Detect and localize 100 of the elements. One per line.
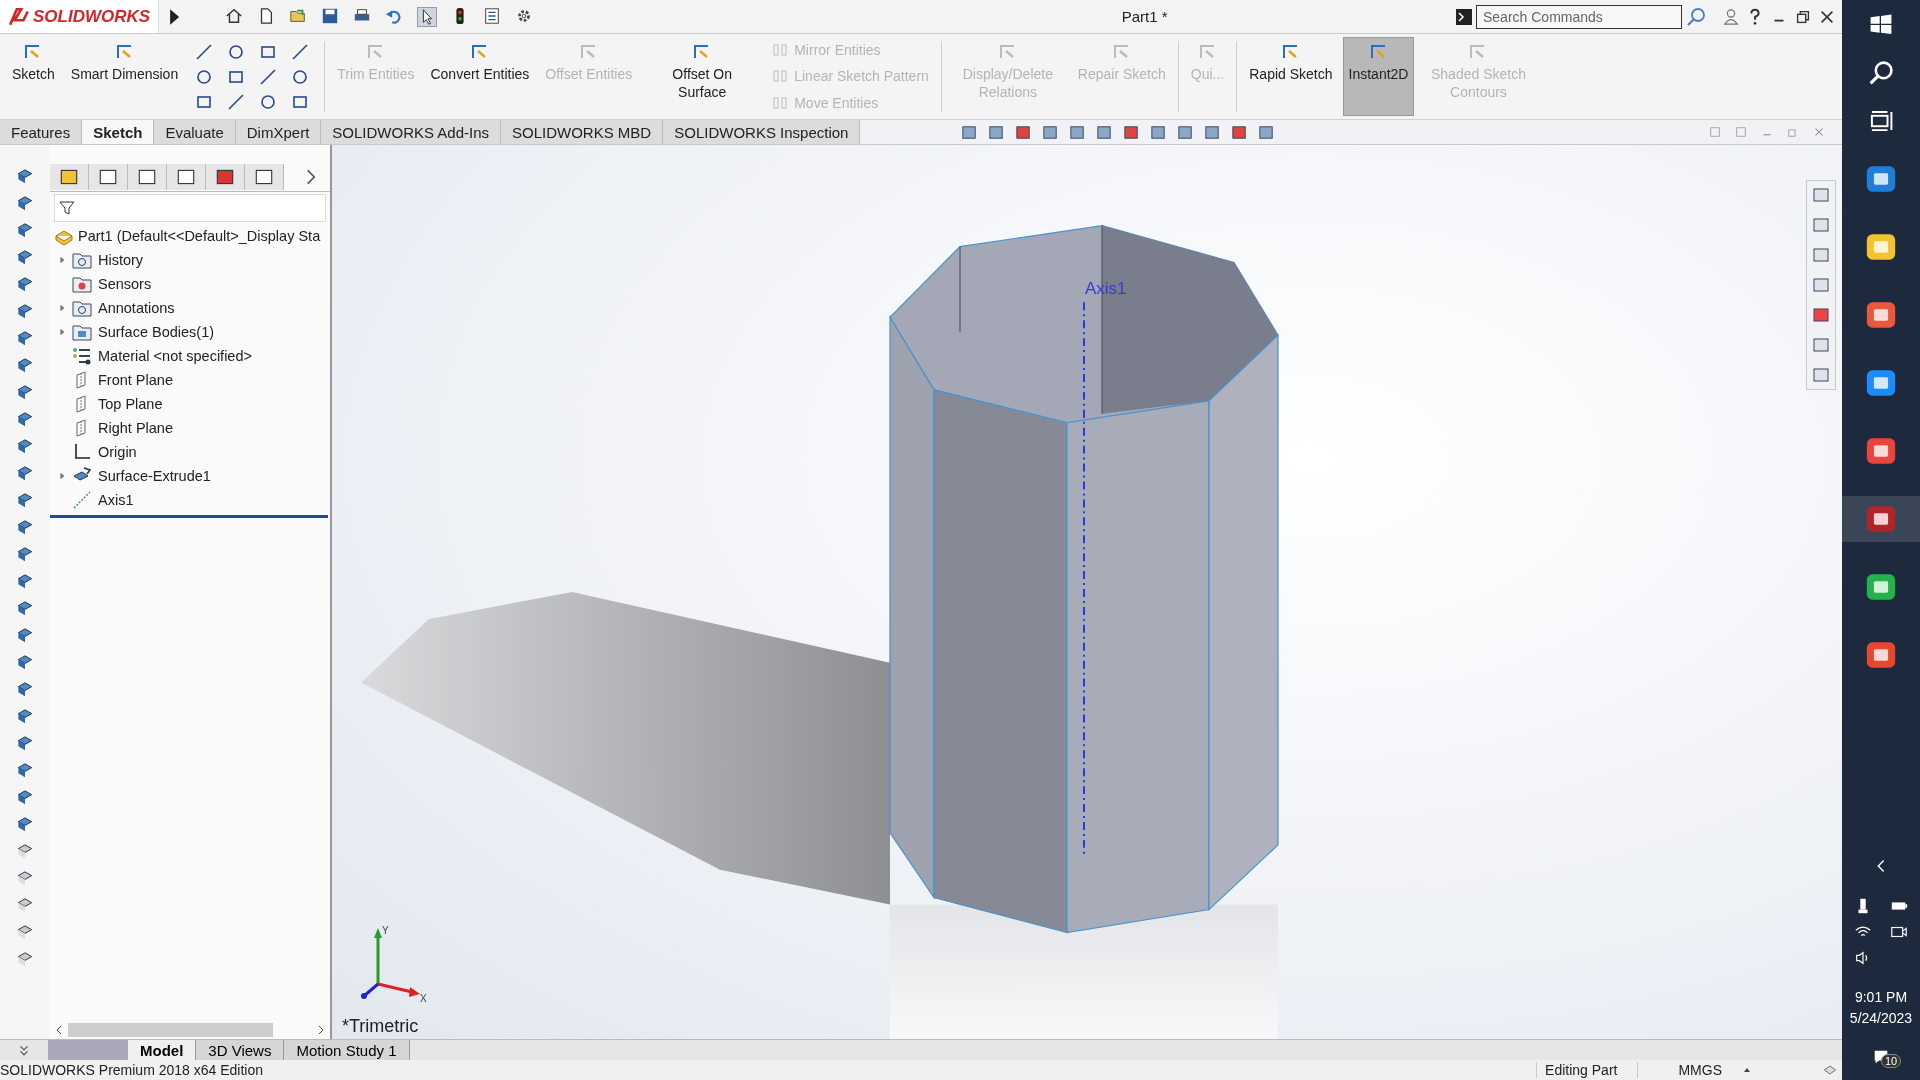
scrollbar-thumb[interactable]	[68, 1023, 273, 1037]
user-icon[interactable]	[1722, 7, 1740, 26]
command-tab[interactable]: DimXpert	[235, 120, 322, 144]
feature-tool-icon[interactable]	[15, 815, 35, 834]
tree-item[interactable]: Annotations	[98, 300, 175, 316]
feature-tool-icon[interactable]	[15, 464, 35, 483]
feature-tool-icon[interactable]	[15, 734, 35, 753]
select-pointer-icon[interactable]	[417, 6, 438, 27]
command-tab[interactable]: SOLIDWORKS Inspection	[663, 120, 861, 144]
search-icon[interactable]	[1868, 60, 1894, 86]
feature-tool-icon[interactable]	[15, 923, 35, 942]
feature-tool-icon[interactable]	[15, 356, 35, 375]
feature-tool-icon[interactable]	[15, 383, 35, 402]
command-tab[interactable]: Features	[0, 120, 83, 144]
manager-tab-icon[interactable]	[167, 164, 206, 190]
tree-item[interactable]: History	[98, 252, 144, 268]
tile-left-icon[interactable]	[1708, 125, 1722, 139]
list-icon[interactable]	[483, 6, 502, 25]
feature-tool-icon[interactable]	[15, 869, 35, 888]
task-pane-icon[interactable]	[1811, 245, 1831, 265]
home-icon[interactable]	[225, 6, 244, 25]
ribbon-button[interactable]: Instant2D	[1342, 37, 1415, 116]
axis-label: Axis1	[1085, 279, 1127, 299]
feature-tool-icon[interactable]	[15, 761, 35, 780]
feature-tool-icon[interactable]	[15, 626, 35, 645]
feature-tool-icon[interactable]	[15, 707, 35, 726]
task-pane-icon[interactable]	[1811, 305, 1831, 325]
feature-tool-icon[interactable]	[15, 950, 35, 969]
tile-right-icon[interactable]	[1734, 125, 1748, 139]
feature-tool-icon[interactable]	[15, 653, 35, 672]
feature-tool-icon[interactable]	[15, 194, 35, 213]
ribbon-button[interactable]: Convert Entities	[424, 37, 536, 116]
notification-count: 10	[1881, 1054, 1902, 1068]
task-view-icon[interactable]	[1868, 108, 1894, 134]
pattern-icon	[772, 94, 789, 111]
model-tab[interactable]: Motion Study 1	[284, 1040, 410, 1060]
feature-tool-icon[interactable]	[15, 410, 35, 429]
manager-tab-icon[interactable]	[206, 164, 245, 190]
tree-item[interactable]: Front Plane	[98, 372, 173, 388]
feature-tool-icon[interactable]	[15, 221, 35, 240]
feature-tool-icon[interactable]	[15, 788, 35, 807]
manager-tab-icon[interactable]	[50, 164, 89, 190]
tree-item[interactable]: Top Plane	[98, 396, 163, 412]
feature-tool-icon[interactable]	[15, 167, 35, 186]
sketch-tool-icon[interactable]	[290, 41, 311, 62]
double-chevron-icon[interactable]	[18, 1044, 30, 1056]
tree-item[interactable]: Material <not specified>	[98, 348, 252, 364]
tree-item[interactable]: Surface-Extrude1	[98, 468, 211, 484]
ribbon-button[interactable]: Sketch	[6, 37, 61, 116]
task-pane-icon[interactable]	[1811, 185, 1831, 205]
ribbon-button[interactable]: Smart Dimension	[64, 37, 185, 116]
scroll-right-icon[interactable]	[316, 1025, 326, 1035]
save-icon[interactable]	[321, 6, 340, 25]
ribbon-button[interactable]: Rapid Sketch	[1243, 37, 1339, 116]
feature-tool-icon[interactable]	[15, 329, 35, 348]
manager-tab-icon[interactable]	[128, 164, 167, 190]
tree-item[interactable]: Surface Bodies(1)	[98, 324, 215, 340]
app-icon[interactable]	[1842, 496, 1920, 542]
command-tab[interactable]: Evaluate	[154, 120, 236, 144]
feature-tool-icon[interactable]	[15, 491, 35, 510]
ribbon-button[interactable]: Offset On Surface	[642, 37, 763, 116]
feature-tool-icon[interactable]	[15, 572, 35, 591]
feature-tool-icon[interactable]	[15, 545, 35, 564]
sketch-tool-icon[interactable]	[194, 41, 215, 62]
sketch-tool-icon[interactable]	[258, 66, 279, 87]
task-pane-icon[interactable]	[1811, 215, 1831, 235]
feature-tool-icon[interactable]	[15, 437, 35, 456]
feature-tool-icon[interactable]	[15, 302, 35, 321]
search-field[interactable]: Search Commands	[1476, 4, 1682, 29]
feature-tool-icon[interactable]	[15, 680, 35, 699]
app-logo[interactable]: SOLIDWORKS	[0, 0, 160, 33]
feature-tool-icon[interactable]	[15, 275, 35, 294]
manager-tab-icon[interactable]	[245, 164, 284, 190]
scroll-left-icon[interactable]	[54, 1025, 64, 1035]
task-pane-icon[interactable]	[1811, 335, 1831, 355]
task-pane-icon[interactable]	[1811, 275, 1831, 295]
pattern-icon	[772, 68, 789, 85]
filter-field[interactable]	[54, 194, 326, 222]
model-tab[interactable]: Model	[128, 1040, 197, 1060]
feature-tool-icon[interactable]	[15, 248, 35, 267]
tree-item[interactable]: Origin	[98, 444, 137, 460]
command-tab[interactable]: SOLIDWORKS MBD	[501, 120, 664, 144]
command-tab[interactable]: Sketch	[82, 120, 155, 144]
feature-tool-icon[interactable]	[15, 599, 35, 618]
task-pane-icon[interactable]	[1811, 365, 1831, 385]
clock[interactable]: 9:01 PM 5/24/2023	[1849, 989, 1913, 1026]
command-tab[interactable]: SOLIDWORKS Add-Ins	[321, 120, 501, 144]
ds-logo-icon	[8, 6, 30, 27]
feature-tool-icon[interactable]	[15, 896, 35, 915]
model-tab[interactable]: 3D Views	[196, 1040, 285, 1060]
tree-item[interactable]: Axis1	[98, 492, 134, 508]
feature-tool-icon[interactable]	[15, 842, 35, 861]
sketch-tool-icon[interactable]	[226, 91, 247, 112]
part-name[interactable]: Part1 (Default<<Default>_Display Sta	[78, 228, 321, 244]
tree-item[interactable]: Sensors	[98, 276, 152, 292]
manager-tab-icon[interactable]	[89, 164, 128, 190]
units-selector[interactable]: MMGS	[1637, 1062, 1742, 1078]
feature-tool-icon[interactable]	[15, 518, 35, 537]
tree-item[interactable]: Right Plane	[98, 420, 173, 436]
status-mode: Editing Part	[1536, 1062, 1638, 1078]
